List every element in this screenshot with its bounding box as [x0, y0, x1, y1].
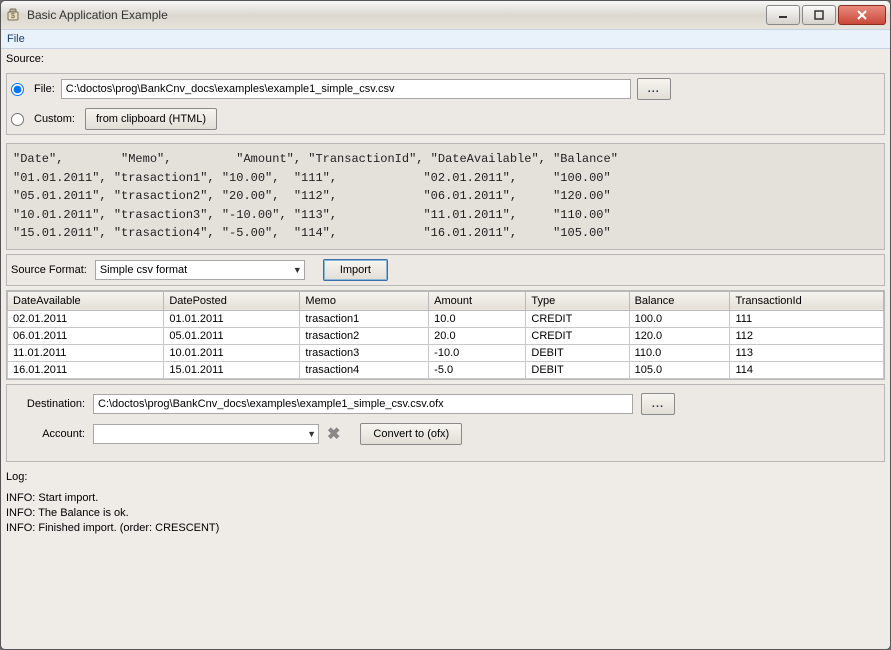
- source-file-input[interactable]: [61, 79, 631, 99]
- results-table: DateAvailableDatePostedMemoAmountTypeBal…: [7, 291, 884, 379]
- source-format-label: Source Format:: [11, 264, 87, 276]
- table-cell: 110.0: [629, 344, 730, 361]
- table-cell: 111: [730, 310, 884, 327]
- table-cell: CREDIT: [526, 310, 629, 327]
- log-line: INFO: Finished import. (order: CRESCENT): [6, 521, 885, 536]
- column-header[interactable]: DateAvailable: [8, 291, 164, 310]
- table-cell: 02.01.2011: [8, 310, 164, 327]
- table-cell: 10.0: [429, 310, 526, 327]
- table-row[interactable]: 11.01.201110.01.2011trasaction3-10.0DEBI…: [8, 344, 884, 361]
- window-controls: [764, 5, 886, 25]
- content-area: Source: File: ... Custom: from clipboard…: [1, 49, 890, 649]
- titlebar: $ Basic Application Example: [1, 1, 890, 29]
- table-cell: 112: [730, 327, 884, 344]
- table-cell: trasaction2: [300, 327, 429, 344]
- app-icon: $: [5, 7, 21, 23]
- table-cell: 16.01.2011: [8, 361, 164, 378]
- source-format-value: Simple csv format: [100, 264, 187, 276]
- account-label: Account:: [15, 428, 85, 440]
- browse-destination-button[interactable]: ...: [641, 393, 675, 415]
- source-custom-radio[interactable]: [11, 113, 24, 126]
- table-cell: 113: [730, 344, 884, 361]
- table-cell: trasaction3: [300, 344, 429, 361]
- column-header[interactable]: Amount: [429, 291, 526, 310]
- table-cell: 114: [730, 361, 884, 378]
- close-button[interactable]: [838, 5, 886, 25]
- table-row[interactable]: 02.01.201101.01.2011trasaction110.0CREDI…: [8, 310, 884, 327]
- chevron-down-icon: ▼: [307, 429, 316, 439]
- window-title: Basic Application Example: [27, 8, 764, 22]
- menubar: File: [1, 29, 890, 49]
- table-cell: trasaction4: [300, 361, 429, 378]
- table-cell: DEBIT: [526, 344, 629, 361]
- table-cell: 100.0: [629, 310, 730, 327]
- format-panel: Source Format: Simple csv format ▼ Impor…: [6, 254, 885, 286]
- maximize-button[interactable]: [802, 5, 836, 25]
- table-cell: 120.0: [629, 327, 730, 344]
- menu-file[interactable]: File: [7, 33, 25, 45]
- import-button[interactable]: Import: [323, 259, 388, 281]
- table-cell: 105.0: [629, 361, 730, 378]
- column-header[interactable]: Type: [526, 291, 629, 310]
- chevron-down-icon: ▼: [293, 265, 302, 275]
- table-row[interactable]: 06.01.201105.01.2011trasaction220.0CREDI…: [8, 327, 884, 344]
- account-select[interactable]: ▼: [93, 424, 319, 444]
- convert-button[interactable]: Convert to (ofx): [360, 423, 462, 445]
- source-custom-label: Custom:: [34, 113, 75, 125]
- table-cell: 15.01.2011: [164, 361, 300, 378]
- table-cell: 05.01.2011: [164, 327, 300, 344]
- table-cell: 11.01.2011: [8, 344, 164, 361]
- minimize-button[interactable]: [766, 5, 800, 25]
- column-header[interactable]: TransactionId: [730, 291, 884, 310]
- browse-source-button[interactable]: ...: [637, 78, 671, 100]
- table-cell: 20.0: [429, 327, 526, 344]
- from-clipboard-button[interactable]: from clipboard (HTML): [85, 108, 217, 130]
- log-label: Log:: [6, 470, 885, 485]
- table-cell: 10.01.2011: [164, 344, 300, 361]
- table-cell: 01.01.2011: [164, 310, 300, 327]
- table-cell: -10.0: [429, 344, 526, 361]
- source-preview: "Date", "Memo", "Amount", "TransactionId…: [6, 143, 885, 250]
- destination-input[interactable]: [93, 394, 633, 414]
- source-panel: File: ... Custom: from clipboard (HTML): [6, 73, 885, 135]
- source-label: Source:: [6, 53, 885, 65]
- log-line: INFO: The Balance is ok.: [6, 506, 885, 521]
- column-header[interactable]: Memo: [300, 291, 429, 310]
- source-file-label: File:: [34, 83, 55, 95]
- source-file-radio[interactable]: [11, 83, 24, 96]
- log-area: Log: INFO: Start import.INFO: The Balanc…: [6, 470, 885, 535]
- column-header[interactable]: DatePosted: [164, 291, 300, 310]
- table-row[interactable]: 16.01.201115.01.2011trasaction4-5.0DEBIT…: [8, 361, 884, 378]
- destination-panel: Destination: ... Account: ▼ ✖ Convert to…: [6, 384, 885, 462]
- clear-account-icon[interactable]: ✖: [327, 424, 340, 444]
- source-format-select[interactable]: Simple csv format ▼: [95, 260, 305, 280]
- column-header[interactable]: Balance: [629, 291, 730, 310]
- app-window: $ Basic Application Example File Source:…: [0, 0, 891, 650]
- table-cell: 06.01.2011: [8, 327, 164, 344]
- table-cell: -5.0: [429, 361, 526, 378]
- table-cell: CREDIT: [526, 327, 629, 344]
- log-line: INFO: Start import.: [6, 491, 885, 506]
- table-cell: trasaction1: [300, 310, 429, 327]
- table-cell: DEBIT: [526, 361, 629, 378]
- results-table-wrap: DateAvailableDatePostedMemoAmountTypeBal…: [6, 290, 885, 380]
- svg-text:$: $: [11, 13, 15, 20]
- destination-label: Destination:: [15, 398, 85, 410]
